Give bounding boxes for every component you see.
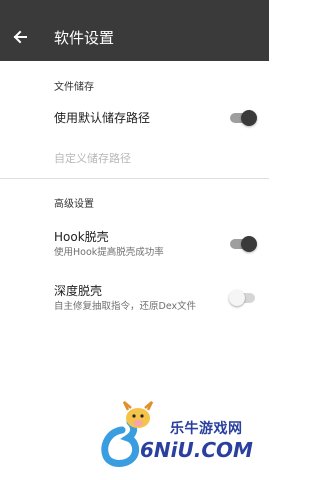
pref-custom-path-title: 自定义储存路径 [54,152,131,165]
watermark-domain: 6NiU.COM [140,438,253,462]
pref-default-path-title: 使用默认储存路径 [54,111,151,125]
switch-thumb [241,236,257,252]
watermark-logo: 乐牛游戏网 6NiU.COM [100,398,260,468]
hook-unpack-switch[interactable] [230,236,257,252]
watermark-name: 乐牛游戏网 [170,421,243,437]
switch-thumb [241,110,257,126]
deep-unpack-switch[interactable] [229,290,256,306]
switch-thumb [229,290,245,306]
pref-hook-unpack-title: Hook脱壳 [54,230,109,244]
section-header-storage: 文件储存 [54,82,94,93]
section-divider [0,178,269,179]
pref-deep-unpack-title: 深度脱壳 [54,284,103,298]
default-path-switch[interactable] [230,110,257,126]
arrow-left-icon[interactable] [10,27,30,47]
section-header-advanced: 高级设置 [54,199,94,210]
pref-deep-unpack-summary: 自主修复抽取指令，还原Dex文件 [54,301,197,312]
page-title: 软件设置 [54,29,115,47]
settings-screen: 软件设置 文件储存 使用默认储存路径 自定义储存路径 高级设置 Hook脱壳 使… [0,0,269,480]
pref-hook-unpack-summary: 使用Hook提高脱壳成功率 [54,247,164,258]
toolbar: 软件设置 [0,0,269,61]
